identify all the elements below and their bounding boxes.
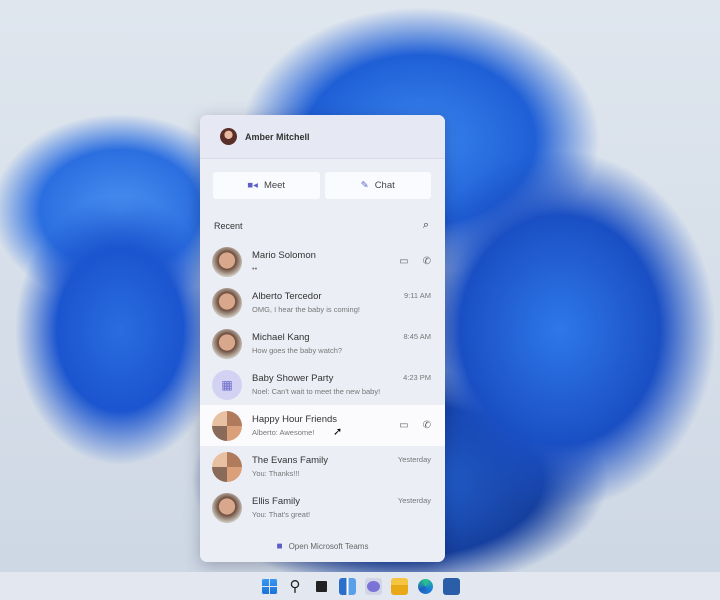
teams-chat-flyout: Amber Mitchell ■◂ Meet ✎ Chat Recent ⌕ Mari… (200, 115, 445, 562)
task-view-icon[interactable] (313, 578, 330, 595)
chat-preview: How goes the baby watch? (252, 346, 343, 355)
avatar (212, 287, 242, 318)
avatar (212, 246, 242, 277)
widgets-icon[interactable] (338, 577, 356, 595)
avatar (212, 328, 242, 359)
chat-button[interactable]: ✎ Chat (324, 172, 431, 199)
group-avatar (212, 410, 242, 441)
open-teams-label: Open Microsoft Teams (288, 542, 369, 551)
edge-icon[interactable] (417, 578, 434, 595)
video-call-icon[interactable]: ▭ (399, 256, 408, 267)
chat-time: Yesterday (397, 455, 431, 464)
chat-preview: •• (252, 264, 258, 273)
chat-preview: You: That's great! (252, 510, 311, 519)
file-explorer-icon[interactable] (390, 577, 408, 595)
chat-preview: OMG, I hear the baby is coming! (252, 305, 360, 314)
meet-button[interactable]: ■◂ Meet (213, 172, 320, 199)
taskbar: ⚲ (0, 572, 720, 600)
chat-item[interactable]: Happy Hour Friends Alberto: Awesome! ▭ ✆ ➚ (200, 405, 445, 446)
mouse-cursor-icon: ➚ (333, 426, 343, 438)
phone-call-icon[interactable]: ✆ (423, 420, 431, 431)
group-avatar (212, 451, 242, 482)
video-call-icon[interactable]: ▭ (399, 420, 408, 431)
chat-time: 4:23 PM (403, 373, 431, 382)
chat-item[interactable]: Ellis Family You: That's great! Yesterday (200, 487, 445, 528)
chat-time: Yesterday (397, 496, 431, 505)
chat-item[interactable]: Mario Solomon •• ▭ ✆ (200, 241, 445, 282)
chat-label: Chat (374, 180, 395, 191)
chat-item[interactable]: Alberto Tercedor OMG, I hear the baby is … (200, 282, 445, 323)
teams-icon: ■ (276, 541, 283, 552)
open-teams-link[interactable]: ■ Open Microsoft Teams (200, 541, 445, 552)
chat-preview: You: Thanks!!! (252, 469, 300, 478)
phone-call-icon[interactable]: ✆ (423, 256, 431, 267)
group-avatar (212, 492, 242, 523)
user-avatar (220, 128, 237, 145)
chat-name: Mario Solomon (252, 250, 316, 261)
video-camera-icon: ■◂ (247, 180, 258, 191)
store-icon[interactable] (442, 577, 460, 595)
chat-time: 8:45 AM (403, 332, 431, 341)
recent-heading: Recent (214, 220, 243, 231)
chat-item[interactable]: Michael Kang How goes the baby watch? 8:45… (200, 323, 445, 364)
search-icon[interactable]: ⌕ (423, 219, 429, 232)
search-icon[interactable]: ⚲ (287, 578, 304, 595)
chat-preview: Alberto: Awesome! (252, 428, 315, 437)
chat-item[interactable]: ▦ Baby Shower Party Noel: Can't wait to me… (200, 364, 445, 405)
user-name: Amber Mitchell (245, 131, 310, 142)
teams-chat-icon[interactable] (364, 577, 382, 595)
chat-preview: Noel: Can't wait to meet the new baby! (252, 387, 381, 396)
start-icon[interactable] (260, 577, 278, 595)
profile-header[interactable]: Amber Mitchell (200, 115, 445, 159)
chat-item[interactable]: The Evans Family You: Thanks!!! Yesterday (200, 446, 445, 487)
compose-icon: ✎ (360, 180, 369, 191)
calendar-icon: ▦ (212, 369, 242, 400)
chat-name: Happy Hour Friends (252, 414, 338, 425)
chat-time: 9:11 AM (404, 291, 431, 300)
meet-label: Meet (263, 180, 286, 191)
